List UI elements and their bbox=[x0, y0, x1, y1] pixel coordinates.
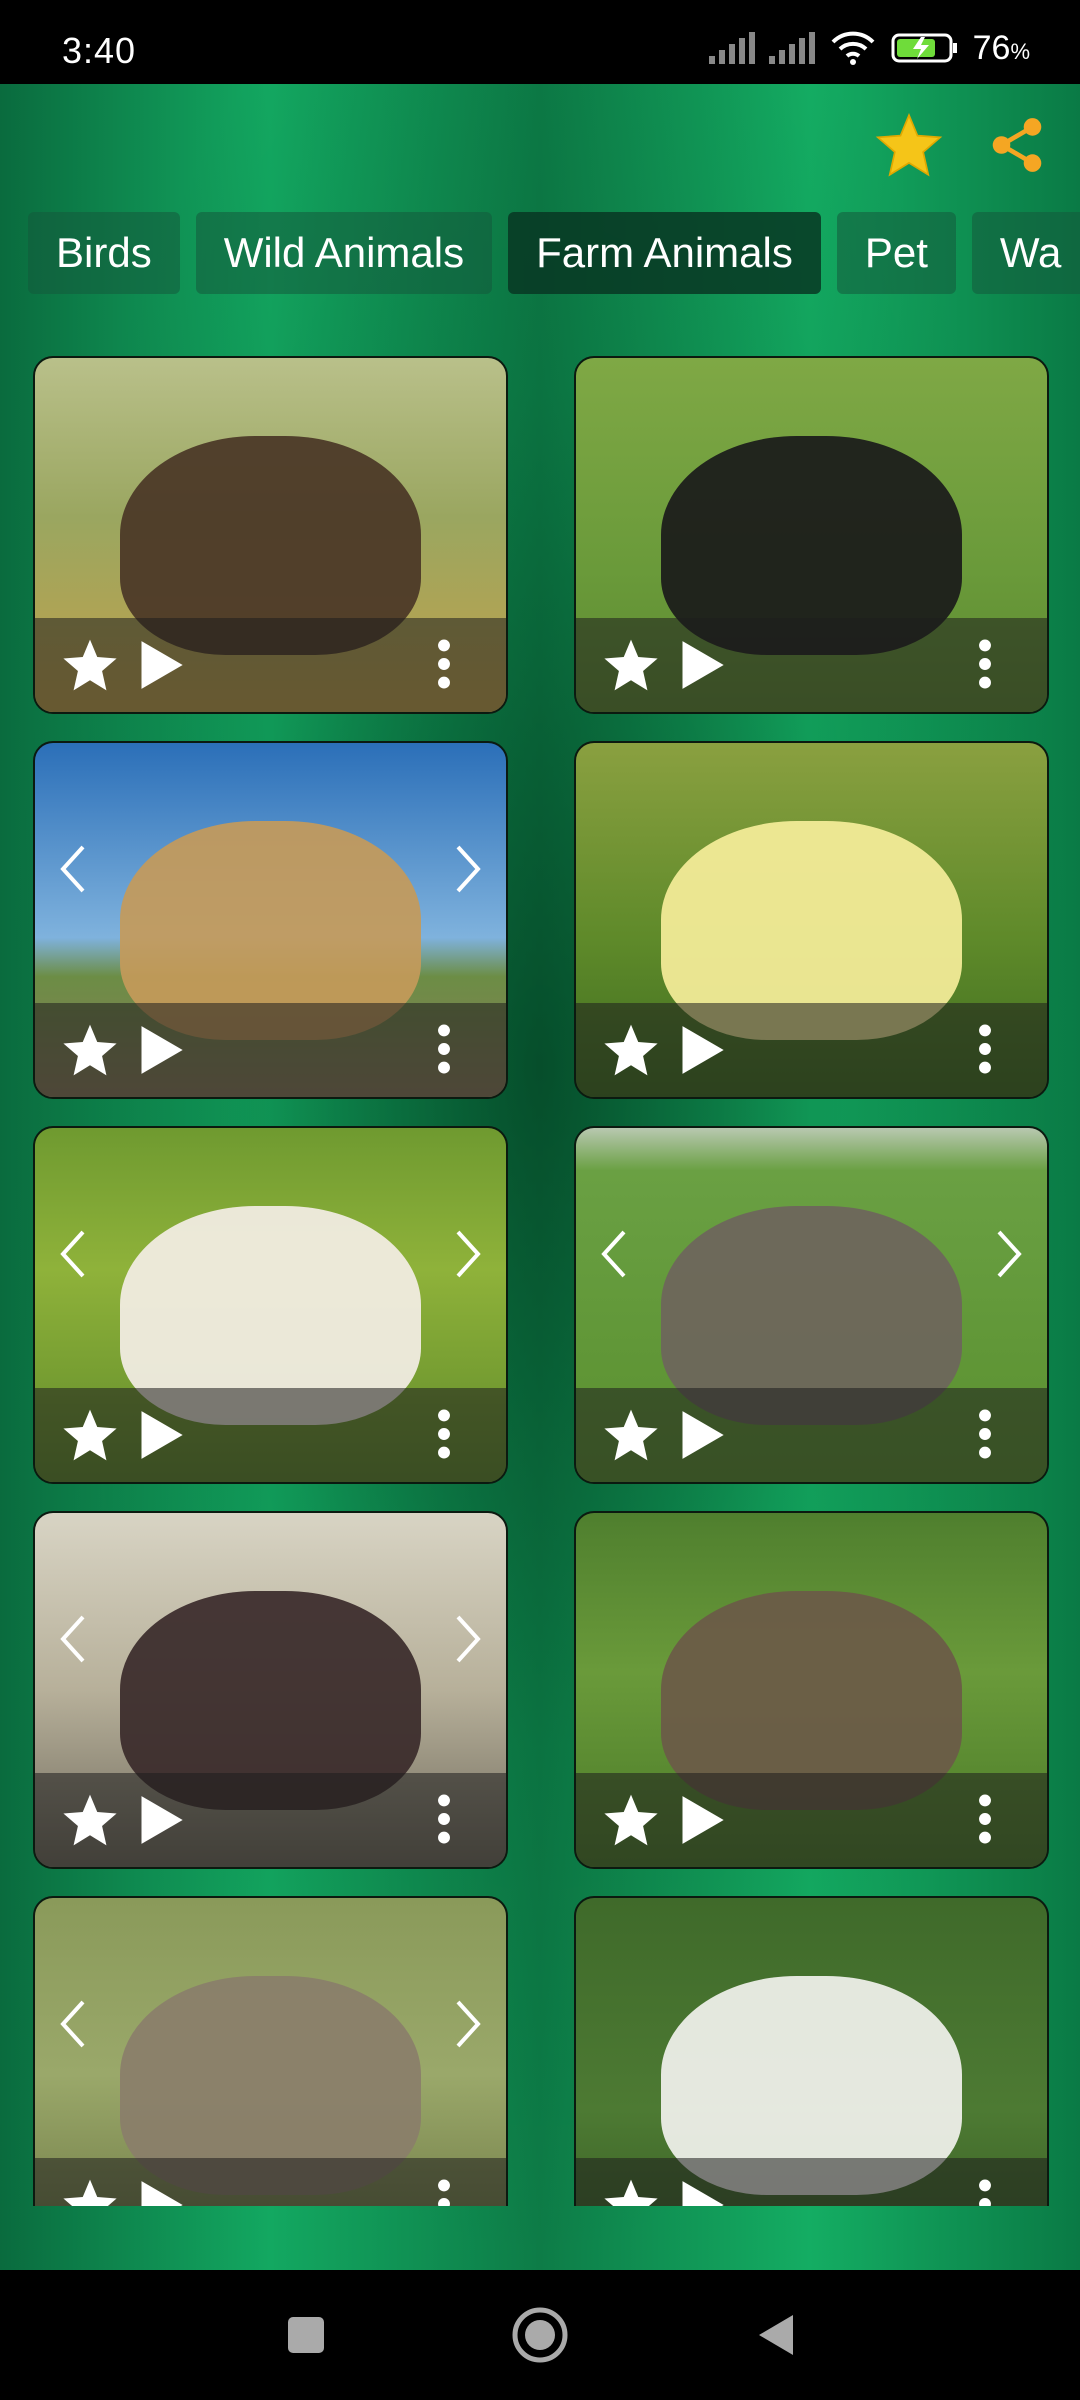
card-action-bar bbox=[35, 1003, 506, 1097]
animal-card-cow[interactable] bbox=[33, 1126, 508, 1484]
signal-icon bbox=[708, 32, 755, 64]
star-icon[interactable] bbox=[61, 1021, 119, 1079]
tab-wild-animals[interactable]: Wild Animals bbox=[195, 212, 493, 294]
tab-pet[interactable]: Pet bbox=[836, 212, 956, 294]
card-action-bar bbox=[576, 618, 1047, 712]
share-icon bbox=[992, 118, 1042, 172]
play-icon[interactable] bbox=[135, 1791, 187, 1849]
play-icon[interactable] bbox=[135, 2176, 187, 2206]
card-action-bar bbox=[576, 1388, 1047, 1482]
more-vertical-icon[interactable] bbox=[977, 1023, 993, 1075]
play-icon[interactable] bbox=[676, 636, 728, 694]
star-icon[interactable] bbox=[61, 1406, 119, 1464]
play-icon[interactable] bbox=[135, 1021, 187, 1079]
category-tabs: Birds Wild Animals Farm Animals Pet Wa bbox=[28, 212, 1080, 294]
play-icon[interactable] bbox=[135, 636, 187, 694]
tab-wa[interactable]: Wa bbox=[971, 212, 1080, 294]
status-icons: 76% bbox=[708, 28, 1030, 68]
animal-card-greylag-goose[interactable] bbox=[33, 1896, 508, 2206]
tab-birds[interactable]: Birds bbox=[28, 212, 180, 294]
share-button[interactable] bbox=[982, 110, 1052, 180]
favorites-button[interactable] bbox=[874, 110, 944, 180]
card-action-bar bbox=[576, 2158, 1047, 2206]
recents-button[interactable] bbox=[271, 2300, 341, 2370]
star-icon[interactable] bbox=[61, 1791, 119, 1849]
star-icon[interactable] bbox=[602, 636, 660, 694]
card-action-bar bbox=[576, 1003, 1047, 1097]
star-icon[interactable] bbox=[602, 1791, 660, 1849]
card-action-bar bbox=[35, 2158, 506, 2206]
system-nav-bar bbox=[0, 2270, 1080, 2400]
more-vertical-icon[interactable] bbox=[977, 1793, 993, 1845]
card-action-bar bbox=[576, 1773, 1047, 1867]
more-vertical-icon[interactable] bbox=[436, 2178, 452, 2206]
more-vertical-icon[interactable] bbox=[436, 1793, 452, 1845]
play-icon[interactable] bbox=[676, 1406, 728, 1464]
animal-card-white-goose[interactable] bbox=[574, 1896, 1049, 2206]
header-actions bbox=[874, 110, 1052, 180]
animal-card-duck[interactable] bbox=[33, 1511, 508, 1869]
battery-unit: % bbox=[1010, 38, 1030, 64]
tab-farm-animals[interactable]: Farm Animals bbox=[508, 212, 821, 294]
card-action-bar bbox=[35, 1388, 506, 1482]
star-icon[interactable] bbox=[602, 1021, 660, 1079]
app-content: Birds Wild Animals Farm Animals Pet Wa bbox=[0, 84, 1080, 2270]
more-vertical-icon[interactable] bbox=[436, 1408, 452, 1460]
chevron-left-icon[interactable] bbox=[53, 1224, 93, 1284]
more-vertical-icon[interactable] bbox=[977, 638, 993, 690]
status-time: 3:40 bbox=[62, 30, 137, 71]
animal-card-chick[interactable] bbox=[574, 741, 1049, 1099]
play-icon[interactable] bbox=[676, 1791, 728, 1849]
star-icon[interactable] bbox=[61, 2176, 119, 2206]
chevron-left-icon[interactable] bbox=[53, 839, 93, 899]
back-triangle-icon bbox=[759, 2315, 793, 2355]
more-vertical-icon[interactable] bbox=[977, 2178, 993, 2206]
play-icon[interactable] bbox=[135, 1406, 187, 1464]
home-button[interactable] bbox=[505, 2300, 575, 2370]
chevron-right-icon[interactable] bbox=[448, 839, 488, 899]
more-vertical-icon[interactable] bbox=[977, 1408, 993, 1460]
card-action-bar bbox=[35, 1773, 506, 1867]
chevron-left-icon[interactable] bbox=[594, 1224, 634, 1284]
animal-card-donkey[interactable] bbox=[574, 1126, 1049, 1484]
wifi-icon bbox=[831, 31, 875, 65]
play-icon[interactable] bbox=[676, 2176, 728, 2206]
chevron-left-icon[interactable] bbox=[53, 1994, 93, 2054]
star-icon[interactable] bbox=[602, 2176, 660, 2206]
play-icon[interactable] bbox=[676, 1021, 728, 1079]
chevron-left-icon[interactable] bbox=[53, 1609, 93, 1669]
more-vertical-icon[interactable] bbox=[436, 638, 452, 690]
star-icon[interactable] bbox=[61, 636, 119, 694]
chevron-right-icon[interactable] bbox=[448, 1224, 488, 1284]
star-icon[interactable] bbox=[602, 1406, 660, 1464]
recents-square-icon bbox=[288, 2317, 324, 2353]
animal-grid bbox=[33, 356, 1049, 2206]
status-bar: 3:40 76% bbox=[0, 0, 1080, 84]
back-button[interactable] bbox=[740, 2300, 810, 2370]
animal-card-camel[interactable] bbox=[33, 741, 508, 1099]
battery-charging-icon bbox=[891, 33, 957, 63]
chevron-right-icon[interactable] bbox=[448, 1994, 488, 2054]
chevron-right-icon[interactable] bbox=[989, 1224, 1029, 1284]
home-circle-icon bbox=[512, 2307, 568, 2363]
animal-card-canada-goose[interactable] bbox=[574, 1511, 1049, 1869]
favorite-star-icon bbox=[875, 113, 943, 177]
animal-card-bull[interactable] bbox=[574, 356, 1049, 714]
battery-percent: 76 bbox=[972, 28, 1011, 67]
more-vertical-icon[interactable] bbox=[436, 1023, 452, 1075]
chevron-right-icon[interactable] bbox=[448, 1609, 488, 1669]
signal-icon bbox=[768, 32, 815, 64]
card-action-bar bbox=[35, 618, 506, 712]
animal-card-bison[interactable] bbox=[33, 356, 508, 714]
